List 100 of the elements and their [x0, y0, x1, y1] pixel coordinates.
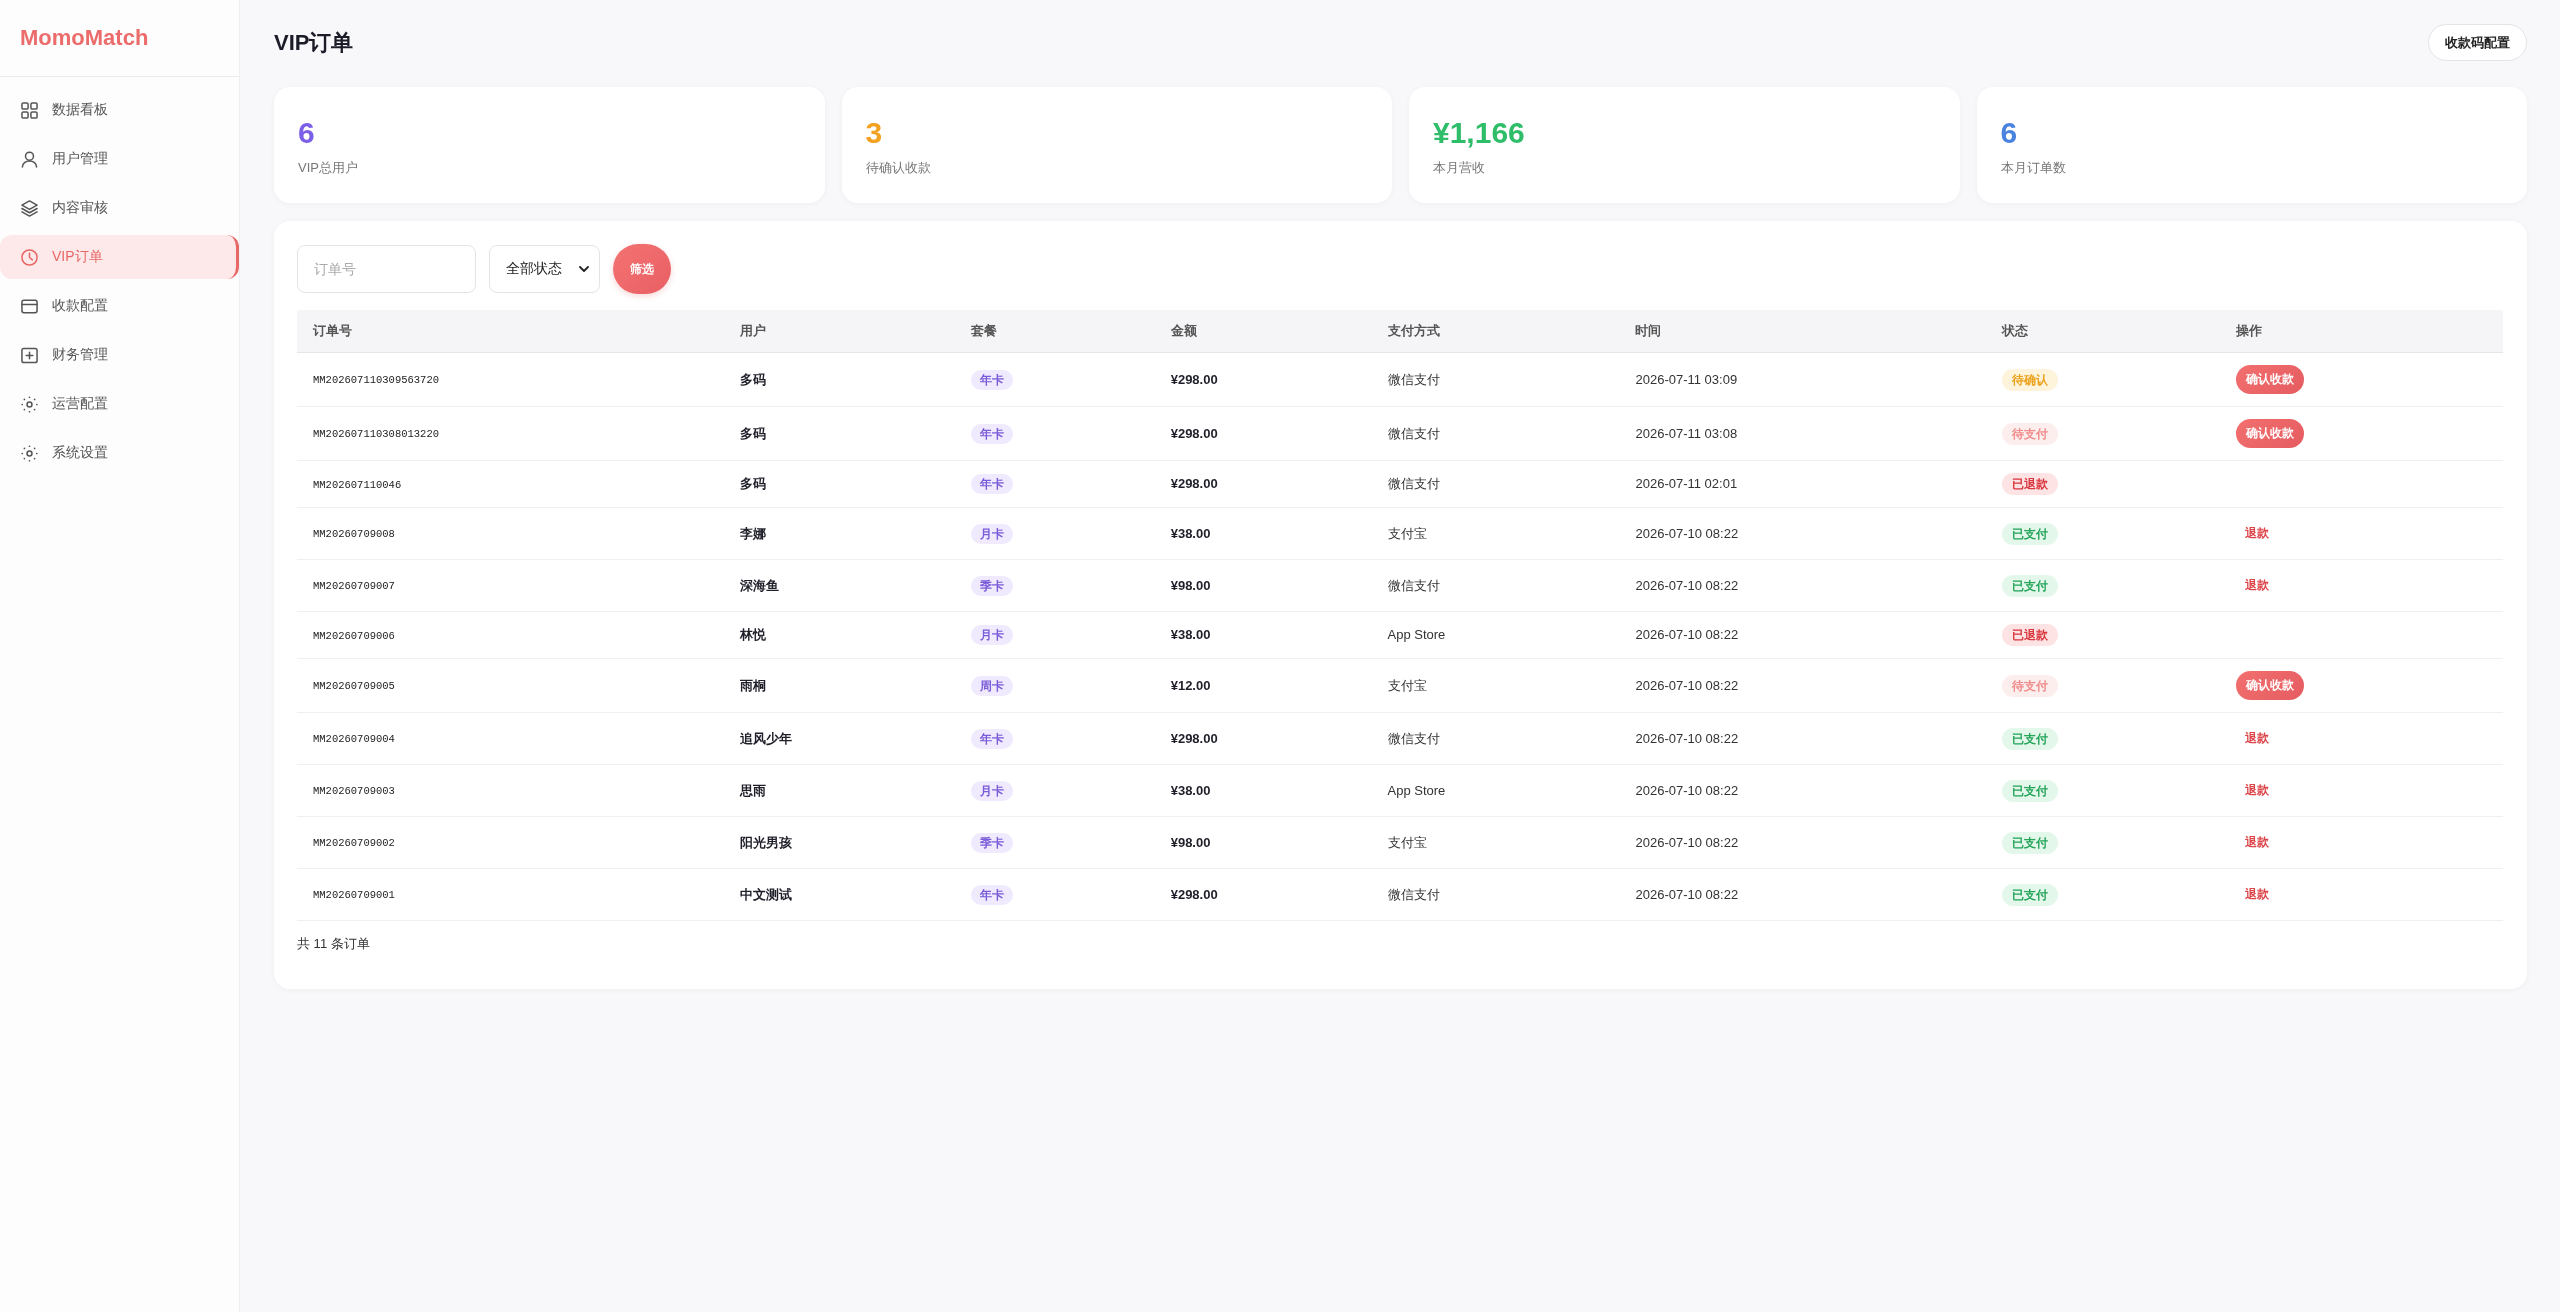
- plan-tag: 年卡: [970, 423, 1013, 444]
- stat-label: 待确认收款: [865, 159, 931, 177]
- refund-link[interactable]: 退款: [2236, 777, 2279, 804]
- order-number: MM20260709004: [313, 733, 395, 745]
- refund-link[interactable]: 退款: [2236, 829, 2279, 856]
- refund-link[interactable]: 退款: [2236, 520, 2279, 547]
- user-name: 思雨: [739, 782, 766, 798]
- refund-link[interactable]: 退款: [2236, 572, 2279, 599]
- confirm-payment-button[interactable]: 确认收款: [2236, 365, 2305, 394]
- nav-item[interactable]: 内容审核: [0, 186, 239, 230]
- order-number: MM20260709006: [313, 629, 395, 642]
- plan-tag: 年卡: [970, 369, 1013, 390]
- nav-item[interactable]: 收款配置: [0, 284, 239, 328]
- nav-item[interactable]: 运营配置: [0, 382, 239, 426]
- payment-method: 微信支付: [1387, 730, 1440, 746]
- plan-tag: 周卡: [970, 675, 1013, 696]
- stat-label: 本月订单数: [2000, 159, 2066, 177]
- status-select[interactable]: 全部状态: [489, 245, 600, 293]
- order-time: 2026-07-11 02:01: [1635, 476, 1738, 491]
- user-name: 李娜: [739, 525, 766, 541]
- user-name: 阳光男孩: [739, 834, 792, 850]
- qr-config-button[interactable]: 收款码配置: [2428, 24, 2527, 61]
- order-time: 2026-07-10 08:22: [1635, 677, 1739, 693]
- order-time: 2026-07-10 08:22: [1635, 730, 1739, 746]
- status-tag: 待支付: [2002, 422, 2059, 445]
- payment-method: 微信支付: [1387, 371, 1440, 387]
- stat-label: VIP总用户: [298, 159, 358, 177]
- plus-square-icon: [21, 346, 38, 364]
- amount: ¥298.00: [1170, 425, 1218, 441]
- amount: ¥38.00: [1170, 627, 1211, 642]
- order-time: 2026-07-10 08:22: [1635, 627, 1739, 642]
- order-number: MM20260709003: [313, 785, 395, 797]
- amount: ¥38.00: [1170, 782, 1211, 798]
- user-name: 雨桐: [739, 677, 766, 693]
- amount: ¥38.00: [1170, 525, 1211, 541]
- status-tag: 已支付: [2002, 574, 2059, 597]
- payment-method: 支付宝: [1387, 834, 1427, 850]
- status-tag: 已支付: [2002, 883, 2059, 906]
- refund-link[interactable]: 退款: [2236, 881, 2279, 908]
- order-time: 2026-07-10 08:22: [1635, 834, 1739, 850]
- amount: ¥298.00: [1170, 371, 1218, 387]
- order-time: 2026-07-11 03:09: [1635, 371, 1738, 387]
- order-count: 共 11 条订单: [297, 935, 371, 953]
- payment-method: 微信支付: [1387, 476, 1440, 491]
- status-tag: 已支付: [2002, 522, 2059, 545]
- filter-button[interactable]: 筛选: [613, 244, 671, 294]
- order-number: MM20260709001: [313, 889, 395, 901]
- amount: ¥298.00: [1170, 886, 1218, 902]
- user-icon: [21, 150, 38, 168]
- order-time: 2026-07-11 03:08: [1635, 425, 1738, 441]
- page-title: VIP订单: [274, 28, 354, 57]
- plan-tag: 月卡: [970, 780, 1013, 801]
- nav-item[interactable]: 财务管理: [0, 333, 239, 377]
- column-header: 用户: [739, 323, 766, 338]
- order-time: 2026-07-10 08:22: [1635, 577, 1739, 593]
- credit-card-icon: [21, 297, 38, 315]
- chevron-down-icon: [579, 266, 589, 272]
- column-header: 套餐: [970, 323, 997, 338]
- order-number: MM202607110046: [313, 478, 402, 491]
- plan-tag: 月卡: [970, 523, 1013, 544]
- order-number: MM202607110309563720: [313, 374, 440, 386]
- user-name: 中文测试: [739, 886, 792, 902]
- column-header: 金额: [1170, 323, 1197, 338]
- confirm-payment-button[interactable]: 确认收款: [2236, 671, 2305, 700]
- column-header: 支付方式: [1387, 323, 1440, 338]
- nav-item[interactable]: 用户管理: [0, 137, 239, 181]
- order-number: MM20260709005: [313, 680, 395, 692]
- order-time: 2026-07-10 08:22: [1635, 886, 1739, 902]
- nav-item[interactable]: VIP订单: [0, 235, 239, 279]
- status-tag: 已支付: [2002, 779, 2059, 802]
- confirm-payment-button[interactable]: 确认收款: [2236, 419, 2305, 448]
- amount: ¥12.00: [1170, 677, 1211, 693]
- status-tag: 待支付: [2002, 674, 2059, 697]
- payment-method: 微信支付: [1387, 886, 1440, 902]
- order-number: MM202607110308013220: [313, 428, 440, 440]
- payment-method: 微信支付: [1387, 425, 1440, 441]
- layers-icon: [21, 199, 38, 217]
- payment-method: App Store: [1387, 782, 1446, 798]
- order-number: MM20260709002: [313, 837, 395, 849]
- user-name: 深海鱼: [739, 577, 779, 593]
- nav-item[interactable]: 系统设置: [0, 431, 239, 475]
- column-header: 状态: [2002, 323, 2029, 338]
- order-time: 2026-07-10 08:22: [1635, 782, 1739, 798]
- user-name: 多码: [739, 476, 766, 491]
- plan-tag: 月卡: [970, 625, 1013, 645]
- payment-method: 支付宝: [1387, 525, 1427, 541]
- column-header: 时间: [1635, 323, 1662, 338]
- user-name: 多码: [739, 425, 766, 441]
- plan-tag: 年卡: [970, 728, 1013, 749]
- user-name: 多码: [739, 371, 766, 387]
- plan-tag: 年卡: [970, 884, 1013, 905]
- refund-link[interactable]: 退款: [2236, 725, 2279, 752]
- amount: ¥98.00: [1170, 834, 1211, 850]
- order-number: MM20260709008: [313, 528, 395, 540]
- column-header: 订单号: [313, 323, 352, 338]
- plan-tag: 年卡: [970, 474, 1013, 494]
- order-number-field[interactable]: 订单号: [297, 245, 476, 293]
- payment-method: App Store: [1387, 627, 1446, 642]
- nav-item[interactable]: 数据看板: [0, 88, 239, 132]
- plan-tag: 季卡: [970, 575, 1013, 596]
